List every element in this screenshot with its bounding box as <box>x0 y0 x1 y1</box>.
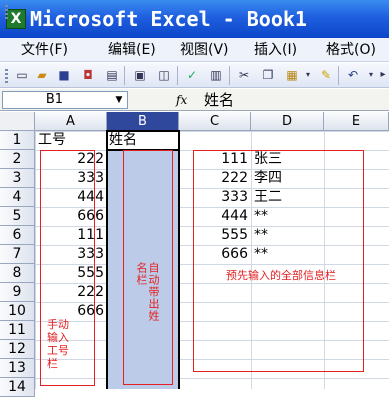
menu-file[interactable]: 文件(F) <box>21 38 68 62</box>
select-all-corner[interactable] <box>0 112 35 131</box>
cut-icon[interactable]: ✂ <box>236 67 252 83</box>
name-box-value: B1 <box>45 92 64 107</box>
cell-a1[interactable]: 工号 <box>38 131 106 150</box>
menu-format[interactable]: 格式(O) <box>326 38 376 62</box>
row-header[interactable]: 6 <box>0 226 35 245</box>
row-header[interactable]: 11 <box>0 321 35 340</box>
column-header-e[interactable]: E <box>324 112 389 131</box>
annotation-note-b: 自动带出姓名栏 <box>135 262 160 322</box>
toolbar-overflow-icon[interactable]: ▸ <box>375 67 389 83</box>
annotation-note-a: 手动输入工号栏 <box>47 318 69 370</box>
column-header-a[interactable]: A <box>35 112 107 131</box>
excel-icon[interactable]: X <box>6 9 26 29</box>
menu-view[interactable]: 视图(V) <box>180 38 229 62</box>
row-header[interactable]: 2 <box>0 150 35 169</box>
spelling-icon[interactable]: ✓ <box>184 67 200 83</box>
formula-input[interactable]: 姓名 <box>204 89 234 111</box>
toolbar-separator <box>177 66 178 85</box>
selection-border <box>106 150 108 389</box>
cell-b1[interactable]: 姓名 <box>109 131 177 150</box>
print-preview-icon[interactable]: ▣ <box>132 67 148 83</box>
fx-icon[interactable]: fx <box>176 91 190 109</box>
permission-icon[interactable]: ◘ <box>80 67 96 83</box>
column-header-b[interactable]: B <box>107 112 179 131</box>
row-header[interactable]: 14 <box>0 378 35 397</box>
paste-icon[interactable]: ▦ <box>284 67 300 83</box>
column-header-d[interactable]: D <box>251 112 324 131</box>
annotation-note-cd: 预先输入的全部信息栏 <box>226 269 336 282</box>
annotation-box-cd <box>193 150 364 372</box>
undo-icon[interactable]: ↶ <box>345 67 361 83</box>
menu-grip-handle[interactable] <box>5 5 8 20</box>
row-header[interactable]: 10 <box>0 302 35 321</box>
copy-icon[interactable]: ❐ <box>260 67 276 83</box>
toolbar-grip-handle[interactable] <box>5 69 8 84</box>
toolbar-separator <box>338 66 339 85</box>
menu-edit[interactable]: 编辑(E) <box>108 38 156 62</box>
row-header[interactable]: 8 <box>0 264 35 283</box>
window-title: Microsoft Excel - Book1 <box>30 7 307 31</box>
save-icon[interactable]: ■ <box>56 67 72 83</box>
paste-dropdown-icon[interactable]: ▾ <box>300 67 316 83</box>
menu-insert[interactable]: 插入(I) <box>254 38 297 62</box>
toolbar-separator <box>124 66 125 85</box>
row-header[interactable]: 1 <box>0 131 35 150</box>
format-painter-icon[interactable]: ✎ <box>318 67 334 83</box>
research-book-icon[interactable]: ▥ <box>208 67 224 83</box>
row-header[interactable]: 13 <box>0 359 35 378</box>
column-header-c[interactable]: C <box>179 112 251 131</box>
row-header[interactable]: 9 <box>0 283 35 302</box>
row-header[interactable]: 3 <box>0 169 35 188</box>
research-icon[interactable]: ◫ <box>156 67 172 83</box>
row-header[interactable]: 7 <box>0 245 35 264</box>
open-icon[interactable]: ▰ <box>34 67 50 83</box>
toolbar-separator <box>229 66 230 85</box>
name-box-dropdown-icon[interactable]: ▼ <box>112 91 126 109</box>
print-icon[interactable]: ▤ <box>104 67 120 83</box>
row-header[interactable]: 5 <box>0 207 35 226</box>
row-header[interactable]: 4 <box>0 188 35 207</box>
row-header[interactable]: 12 <box>0 340 35 359</box>
new-icon[interactable]: ▭ <box>14 67 30 83</box>
